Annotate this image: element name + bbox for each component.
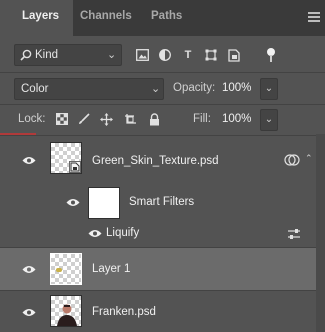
divider [0,72,325,73]
smart-object-filter-icon[interactable] [226,46,242,64]
lock-transparent-icon[interactable] [54,110,70,128]
fill-input[interactable]: 100% [222,113,251,125]
panel-menu-icon[interactable] [308,12,320,22]
smart-filter-mask-thumbnail[interactable] [88,187,120,219]
filter-blending-options-icon[interactable] [287,228,301,243]
chevron-up-icon[interactable]: ⌃ [305,153,313,164]
layer-name: Green_Skin_Texture.psd [92,155,219,167]
image-filter-icon[interactable] [134,46,150,64]
lock-move-icon[interactable] [98,110,114,128]
smart-filter-effects-icon[interactable] [284,153,300,170]
layer-thumbnail [50,295,82,327]
filter-name: Liquify [106,227,140,239]
smart-filters-label: Smart Filters [129,196,195,208]
layer-thumbnail [50,142,82,174]
franken-figure-icon [57,304,77,326]
tab-layers[interactable]: Layers [22,10,59,22]
opacity-dropdown-button[interactable]: ⌄ [260,78,278,100]
lock-all-icon[interactable] [146,110,162,128]
visibility-eye-icon[interactable] [88,229,102,238]
layer-row-green-skin-texture[interactable]: Green_Skin_Texture.psd ⌃ [0,136,316,184]
tab-channels[interactable]: Channels [80,10,132,22]
visibility-eye-icon[interactable] [22,308,36,317]
tab-paths[interactable]: Paths [151,10,182,22]
layer-row-liquify[interactable]: Liquify [0,223,316,245]
type-filter-icon[interactable]: T [180,46,196,64]
layer-thumbnail [50,253,82,285]
filter-toggle-stem [270,55,272,62]
layer-row-smart-filters[interactable]: Smart Filters [0,184,316,220]
visibility-eye-icon[interactable] [22,156,36,165]
layer-content-mark [56,268,62,272]
blend-mode-dropdown[interactable]: Color ⌄ [14,78,164,100]
layer-row-franken[interactable]: Franken.psd [0,291,316,332]
fill-dropdown-button[interactable]: ⌄ [260,109,278,131]
smart-object-badge-icon [69,161,81,173]
layers-panel: Layers Channels Paths Kind ⌄ T Color ⌄ O… [0,0,325,332]
chevron-down-icon: ⌄ [151,83,161,95]
shape-filter-icon[interactable] [203,46,219,64]
lock-brush-icon[interactable] [76,110,92,128]
layer-row-layer-1[interactable]: Layer 1 [0,248,316,290]
filter-kind-dropdown[interactable]: Kind ⌄ [14,44,122,66]
layer-name: Layer 1 [92,263,131,275]
panel-tab-bar: Layers Channels Paths [0,0,325,36]
divider [0,104,325,105]
adjustment-filter-icon[interactable] [157,46,173,64]
layers-scrollbar[interactable] [316,134,325,332]
lock-label: Lock: [18,113,46,125]
layer-filter-row: Kind ⌄ T [14,44,320,68]
filter-kind-label: Kind [35,49,59,61]
opacity-input[interactable]: 100% [222,82,251,94]
layer-name: Franken.psd [92,306,156,318]
visibility-eye-icon[interactable] [22,265,36,274]
visibility-eye-icon[interactable] [66,198,80,207]
lock-artboard-icon[interactable] [122,110,138,128]
fill-label: Fill: [193,113,211,125]
chevron-down-icon: ⌄ [107,49,117,61]
blend-mode-value: Color [21,83,49,95]
opacity-label: Opacity: [173,82,216,94]
search-icon [20,49,32,64]
